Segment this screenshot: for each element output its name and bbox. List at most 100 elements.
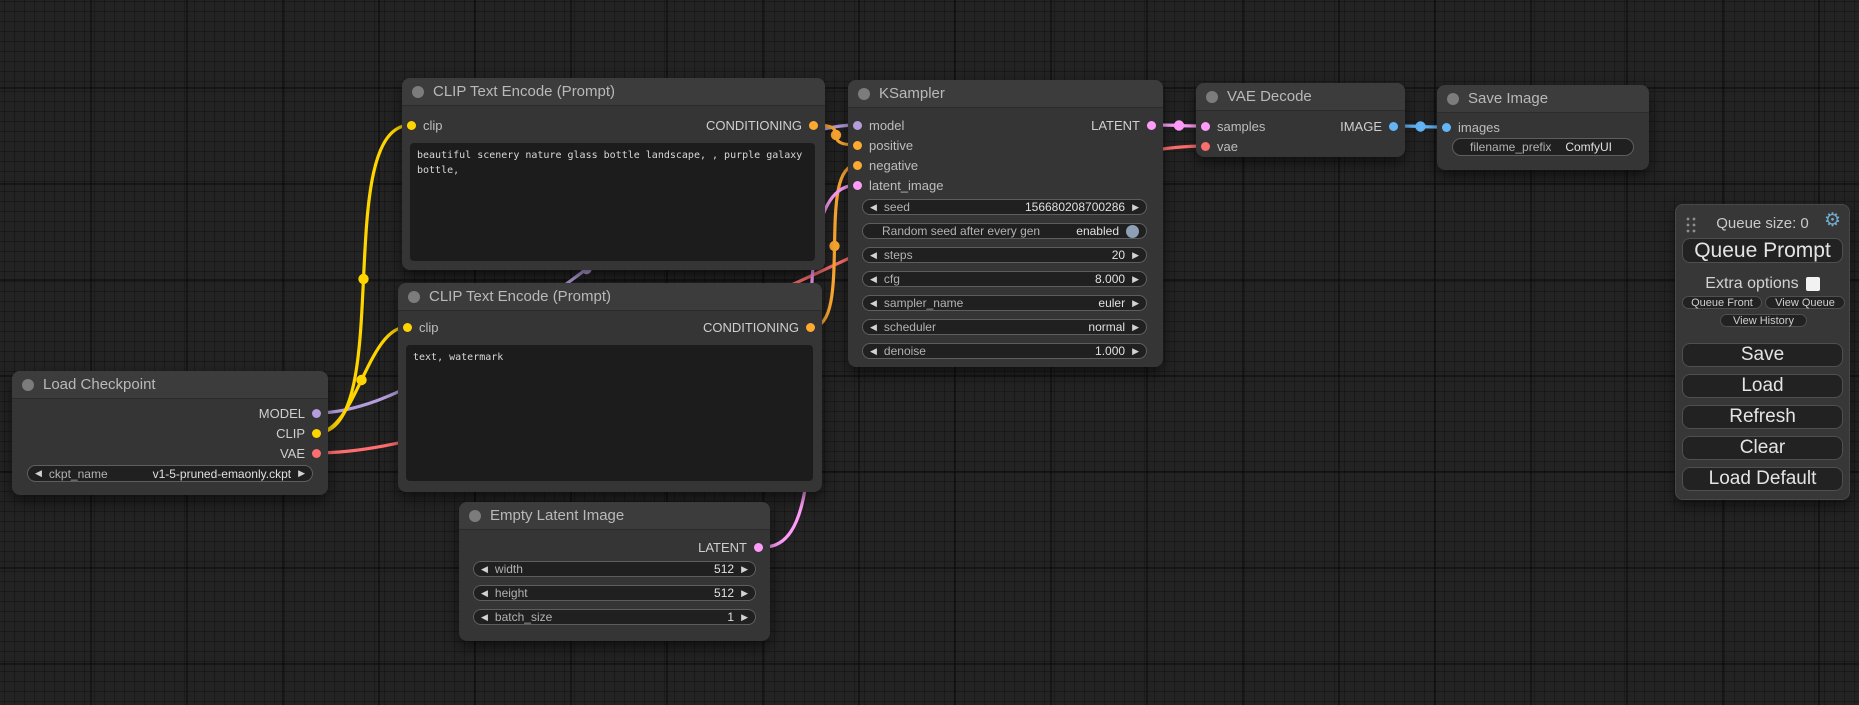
input-port-latent-image[interactable] bbox=[853, 181, 862, 190]
output-port-conditioning[interactable] bbox=[806, 323, 815, 332]
widget-seed[interactable]: ◀ seed 156680208700286 ▶ bbox=[862, 199, 1147, 215]
node-header[interactable]: Save Image bbox=[1437, 85, 1649, 113]
decrement-arrow-icon[interactable]: ◀ bbox=[870, 323, 877, 332]
input-row-clip: clip bbox=[407, 118, 443, 132]
widget-cfg[interactable]: ◀ cfg 8.000 ▶ bbox=[862, 271, 1147, 287]
increment-arrow-icon[interactable]: ▶ bbox=[298, 469, 305, 478]
input-port-samples[interactable] bbox=[1201, 122, 1210, 131]
link-positive-conditioning-midpoint-dot[interactable] bbox=[831, 130, 841, 140]
node-empty-latent-image[interactable]: Empty Latent Image LATENT ◀ width 512 ▶ … bbox=[459, 502, 770, 641]
input-port-model[interactable] bbox=[853, 121, 862, 130]
widget-steps[interactable]: ◀ steps 20 ▶ bbox=[862, 247, 1147, 263]
clear-button[interactable]: Clear bbox=[1682, 436, 1843, 460]
input-port-positive[interactable] bbox=[853, 141, 862, 150]
node-save-image[interactable]: Save Image images filename_prefix ComfyU… bbox=[1437, 85, 1649, 170]
input-port-clip[interactable] bbox=[407, 121, 416, 130]
gear-icon[interactable]: ⚙ bbox=[1824, 211, 1841, 230]
decrement-arrow-icon[interactable]: ◀ bbox=[870, 275, 877, 284]
queue-front-button[interactable]: Queue Front bbox=[1682, 296, 1762, 309]
node-header[interactable]: Empty Latent Image bbox=[459, 502, 770, 530]
save-button[interactable]: Save bbox=[1682, 343, 1843, 367]
node-load-checkpoint[interactable]: Load Checkpoint MODEL CLIP VAE ◀ ckpt_na… bbox=[12, 371, 328, 495]
node-header[interactable]: CLIP Text Encode (Prompt) bbox=[398, 283, 822, 311]
refresh-button[interactable]: Refresh bbox=[1682, 405, 1843, 429]
link-clip-to-positive-encode-midpoint-dot[interactable] bbox=[358, 274, 368, 284]
increment-arrow-icon[interactable]: ▶ bbox=[1132, 203, 1139, 212]
link-negative-conditioning-midpoint-dot[interactable] bbox=[829, 241, 839, 251]
widget-scheduler[interactable]: ◀ scheduler normal ▶ bbox=[862, 319, 1147, 335]
collapse-dot-icon[interactable] bbox=[408, 291, 420, 303]
node-vae-decode[interactable]: VAE Decode samples vae IMAGE bbox=[1196, 83, 1405, 157]
widget-filename-prefix[interactable]: filename_prefix ComfyUI bbox=[1452, 138, 1634, 156]
view-queue-button[interactable]: View Queue bbox=[1765, 296, 1845, 309]
increment-arrow-icon[interactable]: ▶ bbox=[1132, 323, 1139, 332]
decrement-arrow-icon[interactable]: ◀ bbox=[481, 589, 488, 598]
node-header[interactable]: VAE Decode bbox=[1196, 83, 1405, 111]
increment-arrow-icon[interactable]: ▶ bbox=[1132, 347, 1139, 356]
widget-label: height bbox=[495, 586, 528, 600]
output-label: VAE bbox=[280, 446, 305, 461]
view-history-button[interactable]: View History bbox=[1720, 314, 1807, 327]
output-port-latent[interactable] bbox=[1147, 121, 1156, 130]
widget-batch-size[interactable]: ◀ batch_size 1 ▶ bbox=[473, 609, 756, 625]
load-default-button[interactable]: Load Default bbox=[1682, 467, 1843, 491]
input-port-clip[interactable] bbox=[403, 323, 412, 332]
link-latent-to-vae-decode-midpoint-dot[interactable] bbox=[1174, 120, 1184, 130]
increment-arrow-icon[interactable]: ▶ bbox=[1132, 251, 1139, 260]
decrement-arrow-icon[interactable]: ◀ bbox=[35, 469, 42, 478]
decrement-arrow-icon[interactable]: ◀ bbox=[870, 203, 877, 212]
widget-width[interactable]: ◀ width 512 ▶ bbox=[473, 561, 756, 577]
increment-arrow-icon[interactable]: ▶ bbox=[1132, 275, 1139, 284]
widget-sampler-name[interactable]: ◀ sampler_name euler ▶ bbox=[862, 295, 1147, 311]
collapse-dot-icon[interactable] bbox=[858, 88, 870, 100]
collapse-dot-icon[interactable] bbox=[22, 379, 34, 391]
input-port-negative[interactable] bbox=[853, 161, 862, 170]
prompt-text-area[interactable]: text, watermark bbox=[406, 345, 813, 481]
increment-arrow-icon[interactable]: ▶ bbox=[1132, 299, 1139, 308]
node-clip-text-encode-negative[interactable]: CLIP Text Encode (Prompt) clip CONDITION… bbox=[398, 283, 822, 492]
output-port-image[interactable] bbox=[1389, 122, 1398, 131]
decrement-arrow-icon[interactable]: ◀ bbox=[481, 613, 488, 622]
input-row-latent-image: latent_image bbox=[853, 178, 943, 192]
node-canvas[interactable]: Load Checkpoint MODEL CLIP VAE ◀ ckpt_na… bbox=[0, 0, 1859, 705]
node-header[interactable]: Load Checkpoint bbox=[12, 371, 328, 399]
widget-denoise[interactable]: ◀ denoise 1.000 ▶ bbox=[862, 343, 1147, 359]
collapse-dot-icon[interactable] bbox=[1447, 93, 1459, 105]
node-ksampler[interactable]: KSampler model positive negative latent_… bbox=[848, 80, 1163, 367]
increment-arrow-icon[interactable]: ▶ bbox=[741, 565, 748, 574]
decrement-arrow-icon[interactable]: ◀ bbox=[870, 299, 877, 308]
node-header[interactable]: CLIP Text Encode (Prompt) bbox=[402, 78, 825, 106]
collapse-dot-icon[interactable] bbox=[412, 86, 424, 98]
widget-ckpt-name[interactable]: ◀ ckpt_name v1-5-pruned-emaonly.ckpt ▶ bbox=[27, 465, 313, 482]
increment-arrow-icon[interactable]: ▶ bbox=[741, 613, 748, 622]
queue-prompt-button[interactable]: Queue Prompt bbox=[1682, 238, 1843, 263]
prompt-text-area[interactable]: beautiful scenery nature glass bottle la… bbox=[410, 143, 815, 261]
link-clip-to-negative-encode-midpoint-dot[interactable] bbox=[356, 375, 366, 385]
input-port-vae[interactable] bbox=[1201, 142, 1210, 151]
output-row-conditioning: CONDITIONING bbox=[706, 118, 818, 132]
widget-height[interactable]: ◀ height 512 ▶ bbox=[473, 585, 756, 601]
input-label: negative bbox=[869, 158, 918, 173]
toggle-circle-icon[interactable] bbox=[1126, 225, 1139, 238]
widget-label: sampler_name bbox=[884, 296, 963, 310]
output-port-latent[interactable] bbox=[754, 543, 763, 552]
decrement-arrow-icon[interactable]: ◀ bbox=[870, 347, 877, 356]
increment-arrow-icon[interactable]: ▶ bbox=[741, 589, 748, 598]
collapse-dot-icon[interactable] bbox=[1206, 91, 1218, 103]
widget-random-seed-toggle[interactable]: Random seed after every gen enabled bbox=[862, 223, 1147, 239]
output-port-model[interactable] bbox=[312, 409, 321, 418]
output-port-conditioning[interactable] bbox=[809, 121, 818, 130]
output-port-vae[interactable] bbox=[312, 449, 321, 458]
extra-options-checkbox[interactable] bbox=[1806, 277, 1820, 291]
load-button[interactable]: Load bbox=[1682, 374, 1843, 398]
input-port-images[interactable] bbox=[1442, 123, 1451, 132]
node-clip-text-encode-positive[interactable]: CLIP Text Encode (Prompt) clip CONDITION… bbox=[402, 78, 825, 270]
decrement-arrow-icon[interactable]: ◀ bbox=[870, 251, 877, 260]
link-image-to-save-midpoint-dot[interactable] bbox=[1415, 121, 1425, 131]
widget-label: seed bbox=[884, 200, 910, 214]
node-header[interactable]: KSampler bbox=[848, 80, 1163, 108]
decrement-arrow-icon[interactable]: ◀ bbox=[481, 565, 488, 574]
widget-label: ckpt_name bbox=[49, 467, 108, 481]
collapse-dot-icon[interactable] bbox=[469, 510, 481, 522]
output-port-clip[interactable] bbox=[312, 429, 321, 438]
